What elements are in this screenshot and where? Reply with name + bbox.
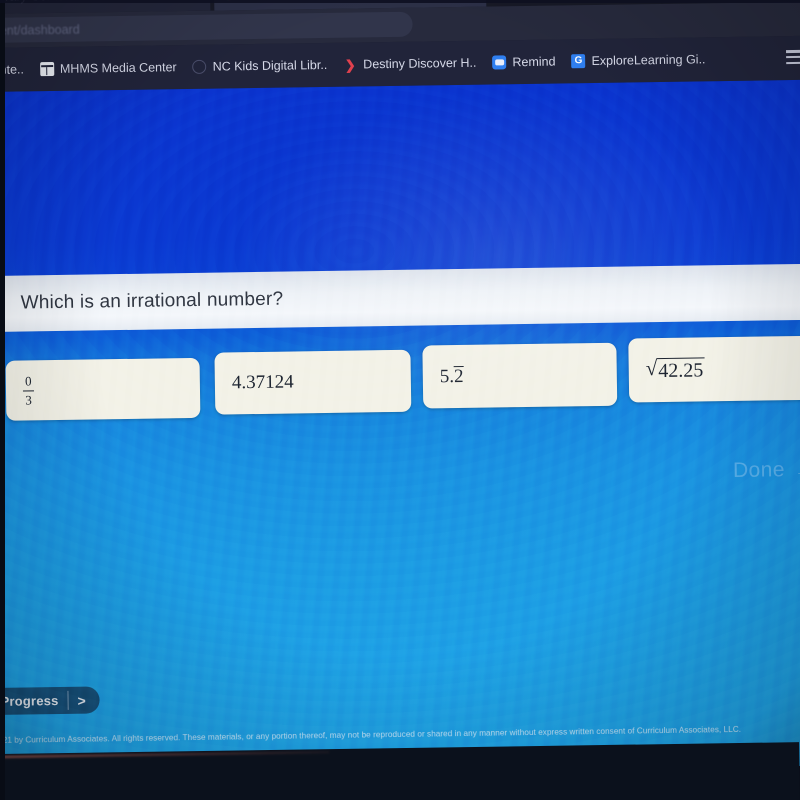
chevron-right-icon: > xyxy=(77,692,86,709)
monitor-screen-area: Library Center × Math To Do, I-Ready × +… xyxy=(0,0,800,778)
answer-choice-d[interactable]: √ 42.25 xyxy=(628,335,800,403)
progress-label: Progress xyxy=(0,693,59,709)
moire-ring-overlay xyxy=(0,79,800,778)
question-prompt-bar: Which is an irrational number? xyxy=(0,263,800,333)
repeating-decimal-prefix: 5. xyxy=(439,365,455,387)
bookmark-label: ExploreLearning Gi.. xyxy=(591,52,706,69)
answer-choice-value: 5.2 xyxy=(440,365,464,387)
grid-icon xyxy=(39,62,55,77)
answer-choice-value: 4.37124 xyxy=(231,371,294,394)
fraction-denominator: 3 xyxy=(25,391,32,407)
answer-choice-a[interactable]: 0 3 xyxy=(5,357,201,421)
bookmark-item-mhms-media-center[interactable]: MHMS Media Center xyxy=(39,55,177,81)
progress-divider xyxy=(67,690,69,710)
question-text: Which is an irrational number? xyxy=(20,288,284,314)
bookmark-label: MHMS Media Center xyxy=(59,60,177,76)
radicand-value: 42.25 xyxy=(656,357,705,383)
destiny-icon: ❯ xyxy=(344,57,356,73)
arrow-right-icon: → xyxy=(793,458,800,482)
browser-chrome: Library Center × Math To Do, I-Ready × +… xyxy=(0,0,800,92)
answer-choices-list: 0 3 4.37124 5.2 √ 42.25 xyxy=(5,335,800,421)
answer-choice-c[interactable]: 5.2 xyxy=(422,342,618,409)
bookmark-item-explorelearning-gizmos[interactable]: G ExploreLearning Gi.. xyxy=(571,47,706,73)
answer-choice-b[interactable]: 4.37124 xyxy=(214,349,412,415)
fraction-zero-thirds: 0 3 xyxy=(22,373,34,408)
remind-icon xyxy=(492,55,507,70)
bookmark-label: Destiny Discover H.. xyxy=(363,55,477,72)
circle-icon xyxy=(192,59,207,74)
bookmark-item-nc-kids-digital-library[interactable]: NC Kids Digital Libr.. xyxy=(192,53,327,79)
moire-pattern-overlay xyxy=(0,79,800,778)
bookmark-item-destiny-discover[interactable]: ❯ Destiny Discover H.. xyxy=(343,51,477,77)
copyright-footer: © 2021 by Curriculum Associates. All rig… xyxy=(0,724,742,746)
bookmark-item-remind[interactable]: Remind xyxy=(492,50,556,75)
screenshot-root: Library Center × Math To Do, I-Ready × +… xyxy=(0,0,800,800)
square-root-expression: √ 42.25 xyxy=(646,356,705,383)
done-button[interactable]: Done → xyxy=(733,458,800,483)
bookmark-label: NC Kids Digital Libr.. xyxy=(212,57,328,74)
url-text: om-----.i-ready.com/student/dashboard xyxy=(0,22,80,40)
google-g-icon: G xyxy=(571,54,586,69)
done-button-label: Done xyxy=(732,458,785,482)
monitor-bezel-top xyxy=(0,0,800,3)
repeating-decimal-digit: 2 xyxy=(453,365,464,387)
fraction-bar xyxy=(22,389,34,391)
bookmarks-overflow-icon[interactable] xyxy=(786,49,800,65)
monitor-bezel-left xyxy=(0,0,5,800)
bookmark-label: Remind xyxy=(512,54,556,70)
iready-lesson-page: Which is an irrational number? 0 3 4.371… xyxy=(0,79,800,778)
progress-button[interactable]: Progress > xyxy=(0,686,100,716)
address-bar[interactable]: om-----.i-ready.com/student/dashboard xyxy=(0,11,413,45)
fraction-numerator: 0 xyxy=(24,373,32,389)
